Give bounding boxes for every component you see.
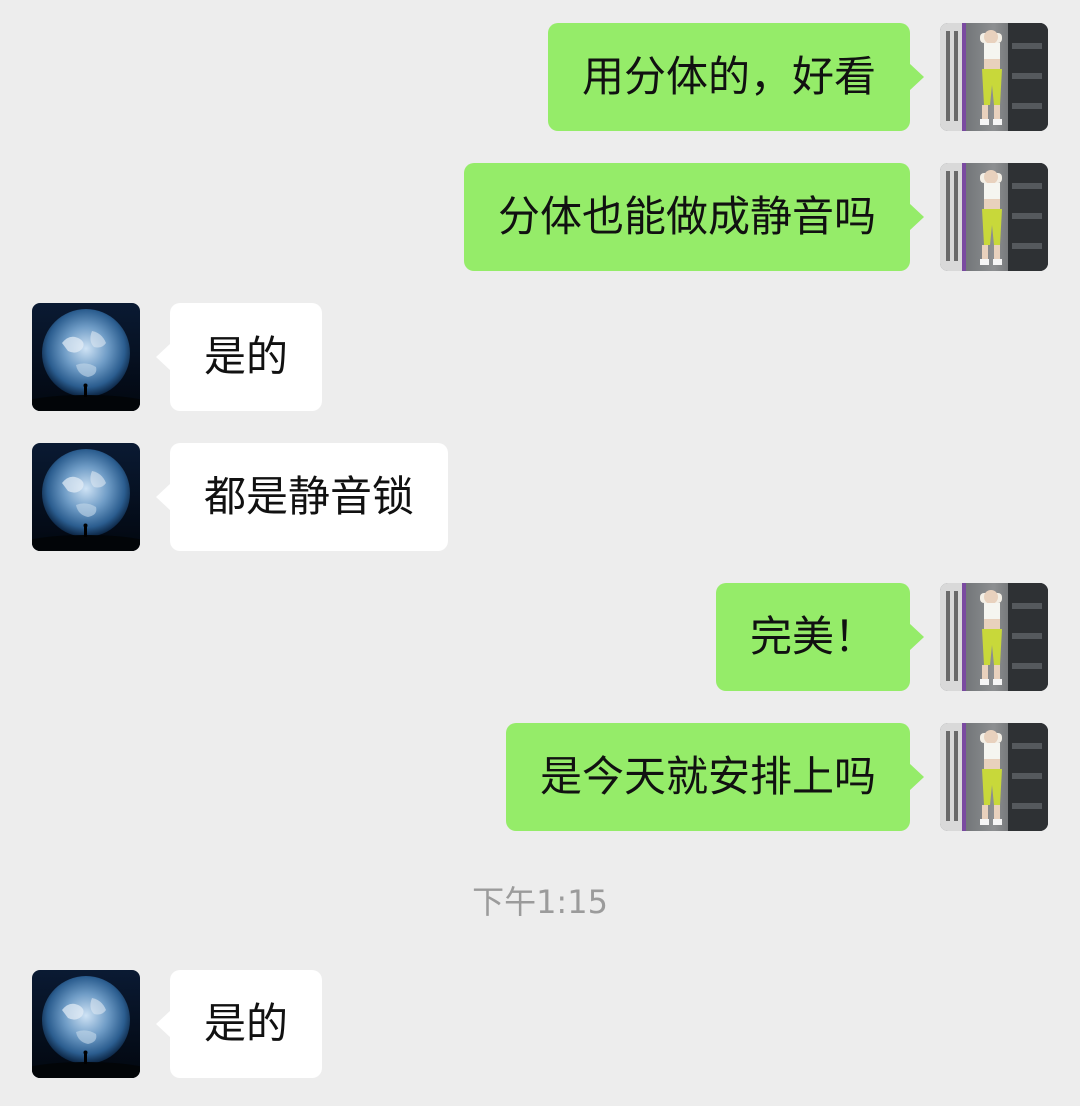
gym-selfie-avatar-icon[interactable] bbox=[940, 23, 1048, 131]
gym-selfie-avatar-icon[interactable] bbox=[940, 163, 1048, 271]
earth-avatar-icon[interactable] bbox=[32, 303, 140, 411]
message-bubble-incoming[interactable]: 是的 bbox=[155, 303, 323, 411]
message-bubble-outgoing[interactable]: 分体也能做成静音吗 bbox=[463, 163, 925, 271]
earth-avatar-icon[interactable] bbox=[32, 970, 140, 1078]
earth-avatar-icon[interactable] bbox=[32, 443, 140, 551]
message-bubble-outgoing[interactable]: 完美！ bbox=[715, 583, 925, 691]
message-timestamp: 下午1:15 bbox=[472, 883, 608, 921]
chat-window[interactable]: 用分体的，好看 分体也能做成静音吗 是的 都是静音锁 完美！ 是今天就安排上吗 … bbox=[0, 0, 1080, 1106]
message-bubble-outgoing[interactable]: 用分体的，好看 bbox=[547, 23, 925, 131]
message-bubble-incoming[interactable]: 是的 bbox=[155, 970, 323, 1078]
message-bubble-incoming[interactable]: 都是静音锁 bbox=[155, 443, 449, 551]
message-bubble-outgoing[interactable]: 是今天就安排上吗 bbox=[505, 723, 925, 831]
gym-selfie-avatar-icon[interactable] bbox=[940, 583, 1048, 691]
gym-selfie-avatar-icon[interactable] bbox=[940, 723, 1048, 831]
